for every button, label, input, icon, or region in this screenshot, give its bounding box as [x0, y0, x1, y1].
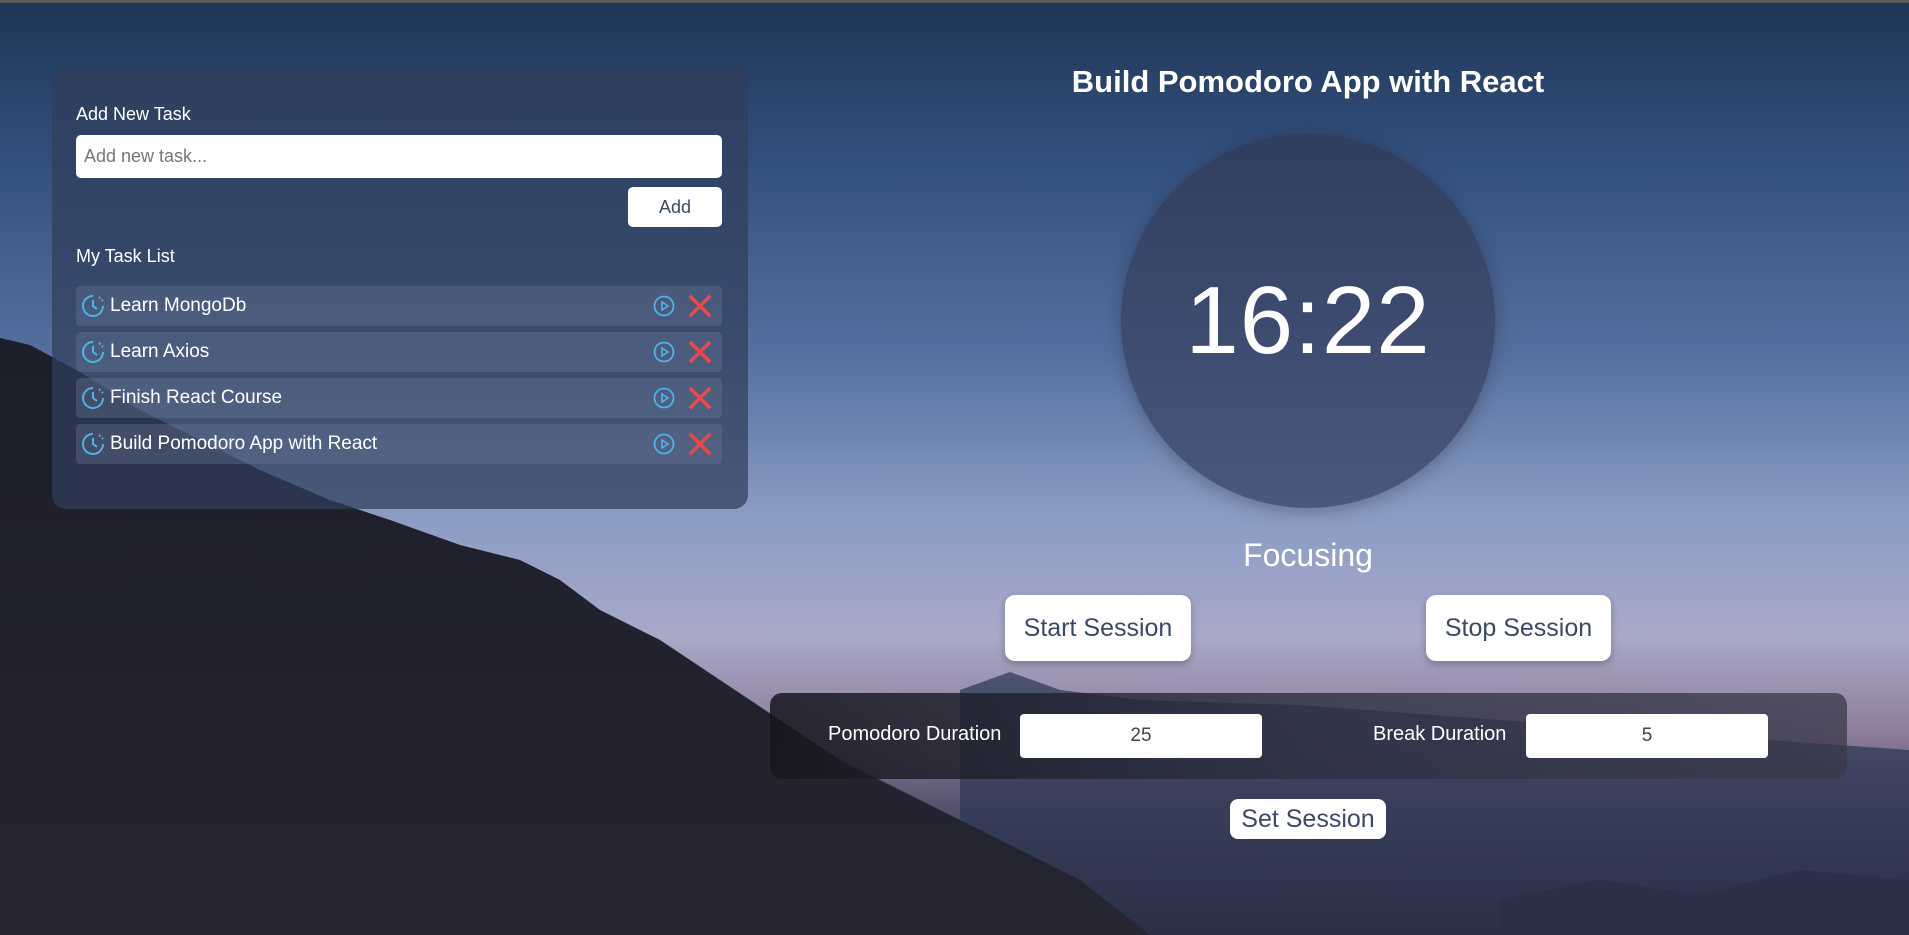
- delete-icon[interactable]: [688, 432, 712, 456]
- new-task-input[interactable]: [76, 135, 722, 178]
- task-label: Learn MongoDb: [110, 295, 247, 316]
- task-item[interactable]: Learn MongoDb: [76, 286, 722, 326]
- duration-settings: Pomodoro Duration Break Duration: [770, 693, 1847, 779]
- delete-icon[interactable]: [688, 340, 712, 364]
- delete-icon[interactable]: [688, 294, 712, 318]
- start-session-button[interactable]: Start Session: [1005, 595, 1191, 661]
- play-icon[interactable]: [652, 294, 676, 318]
- play-icon[interactable]: [652, 432, 676, 456]
- break-duration-label: Break Duration: [1373, 723, 1507, 745]
- task-list: Learn MongoDb Learn Axios Finish React C…: [76, 286, 722, 470]
- task-list-heading: My Task List: [76, 246, 175, 266]
- clock-icon: [80, 431, 106, 457]
- current-task-title: Build Pomodoro App with React: [1071, 64, 1545, 99]
- set-session-button[interactable]: Set Session: [1230, 799, 1386, 839]
- timer-circle: 16:22: [1121, 134, 1495, 508]
- task-label: Finish React Course: [110, 387, 283, 408]
- pomodoro-duration-input[interactable]: [1020, 714, 1262, 758]
- delete-icon[interactable]: [688, 386, 712, 410]
- task-panel: Add New Task Add My Task List Learn Mong…: [52, 67, 748, 509]
- play-icon[interactable]: [652, 386, 676, 410]
- task-label: Build Pomodoro App with React: [110, 433, 378, 454]
- add-task-button[interactable]: Add: [628, 187, 722, 227]
- stop-session-button[interactable]: Stop Session: [1426, 595, 1611, 661]
- task-label: Learn Axios: [110, 341, 210, 362]
- timer-display: 16:22: [1185, 267, 1431, 374]
- task-item[interactable]: Build Pomodoro App with React: [76, 424, 722, 464]
- clock-icon: [80, 293, 106, 319]
- clock-icon: [80, 385, 106, 411]
- clock-icon: [80, 339, 106, 365]
- add-task-heading: Add New Task: [76, 104, 191, 124]
- break-duration-input[interactable]: [1526, 714, 1768, 758]
- task-item[interactable]: Learn Axios: [76, 332, 722, 372]
- session-status: Focusing: [1243, 537, 1373, 573]
- play-icon[interactable]: [652, 340, 676, 364]
- task-item[interactable]: Finish React Course: [76, 378, 722, 418]
- pomodoro-duration-label: Pomodoro Duration: [828, 723, 1002, 745]
